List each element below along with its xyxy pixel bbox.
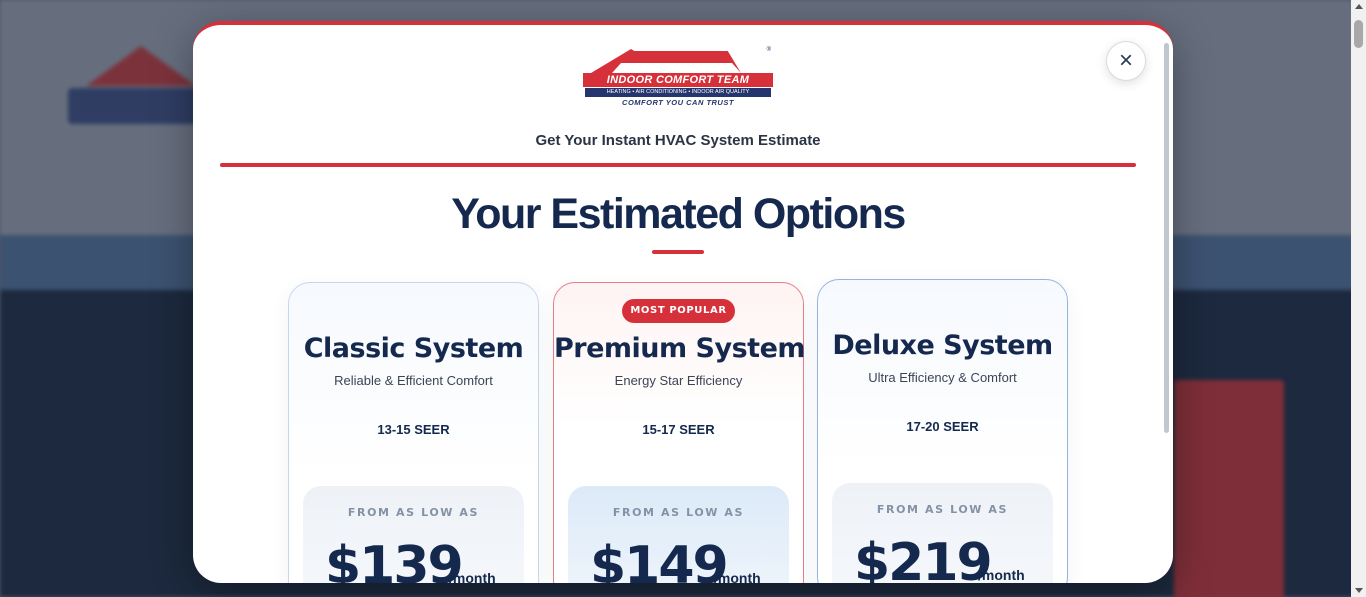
plan-card-deluxe[interactable]: Deluxe System Ultra Efficiency & Comfort… — [817, 279, 1068, 583]
title-underline — [652, 250, 704, 254]
registered-mark: ® — [766, 47, 771, 53]
plan-description: Reliable & Efficient Comfort — [334, 373, 493, 388]
price-label: FROM AS LOW AS — [347, 506, 480, 519]
price-box: FROM AS LOW AS $149 /month — [568, 486, 789, 583]
most-popular-badge: MOST POPULAR — [622, 299, 735, 323]
scroll-up-icon[interactable] — [1355, 4, 1363, 9]
price-box: FROM AS LOW AS $219 /month — [832, 483, 1053, 583]
plan-description: Ultra Efficiency & Comfort — [868, 370, 1017, 385]
close-button[interactable]: × — [1106, 41, 1146, 81]
price-label: FROM AS LOW AS — [876, 503, 1009, 516]
estimate-modal: × ® INDOOR COMFORT TEAM HEATING • AIR CO… — [193, 21, 1173, 583]
plan-card-classic[interactable]: Classic System Reliable & Efficient Comf… — [288, 282, 539, 583]
price-amount: $219 — [854, 533, 993, 583]
page-title: Your Estimated Options — [451, 190, 906, 238]
close-icon: × — [1118, 47, 1133, 74]
plan-seer: 15-17 SEER — [642, 422, 715, 437]
page-scrollbar[interactable] — [1351, 0, 1366, 597]
header-divider — [220, 163, 1136, 167]
price-unit: /month — [978, 567, 1025, 583]
plan-card-premium[interactable]: MOST POPULAR Premium System Energy Star … — [553, 282, 806, 583]
price-amount: $139 — [325, 536, 464, 583]
plan-title: Classic System — [303, 333, 524, 364]
brand-services: HEATING • AIR CONDITIONING • INDOOR AIR … — [585, 88, 771, 97]
brand-name: INDOOR COMFORT TEAM — [583, 73, 773, 87]
price-amount: $149 — [590, 536, 729, 583]
brand-tagline: COMFORT YOU CAN TRUST — [622, 98, 734, 107]
price-label: FROM AS LOW AS — [612, 506, 745, 519]
modal-scrollbar[interactable] — [1164, 43, 1169, 433]
page-scrollbar-thumb[interactable] — [1354, 20, 1363, 48]
brand-logo: ® INDOOR COMFORT TEAM HEATING • AIR COND… — [583, 47, 773, 109]
plan-title: Premium System — [554, 333, 806, 364]
plan-seer: 17-20 SEER — [906, 419, 979, 434]
price-box: FROM AS LOW AS $139 /month — [303, 486, 524, 583]
modal-subtitle: Get Your Instant HVAC System Estimate — [535, 132, 821, 149]
scroll-down-icon[interactable] — [1355, 588, 1363, 593]
plan-seer: 13-15 SEER — [377, 422, 450, 437]
plan-description: Energy Star Efficiency — [614, 373, 743, 388]
price-unit: /month — [714, 570, 761, 583]
price-unit: /month — [449, 570, 496, 583]
plan-title: Deluxe System — [832, 330, 1053, 361]
